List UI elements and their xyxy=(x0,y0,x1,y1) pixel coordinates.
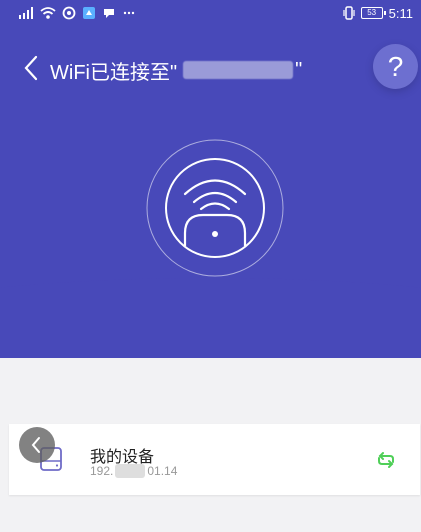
vibrate-icon xyxy=(343,6,355,20)
app-icon xyxy=(83,7,95,19)
screen: { "status_bar": { "time": "5:11", "batte… xyxy=(0,0,421,532)
redacted-ip-part xyxy=(115,464,146,478)
header-curve xyxy=(0,278,421,358)
device-card[interactable] xyxy=(9,424,420,495)
device-ip-suffix: 01.14 xyxy=(147,464,178,478)
message-icon xyxy=(104,9,114,18)
signal-icon xyxy=(19,7,33,19)
status-left-icons xyxy=(18,5,136,21)
help-button[interactable]: ? xyxy=(373,44,418,89)
redacted-ssid xyxy=(183,61,294,79)
page-title-suffix: " xyxy=(295,58,303,81)
title-bar: WiFi已连接至" " ? xyxy=(0,28,421,106)
connection-link-icon[interactable] xyxy=(374,448,398,472)
wifi-icon xyxy=(40,7,56,19)
back-chevron-icon[interactable] xyxy=(22,55,40,81)
back-chevron-small-icon xyxy=(31,437,40,453)
page-title-prefix: WiFi已连接至" xyxy=(50,61,178,84)
floating-back-button[interactable] xyxy=(19,427,55,463)
status-bar: 53 5:11 xyxy=(0,0,421,28)
status-time: 5:11 xyxy=(388,5,413,21)
page-title: WiFi已连接至" " xyxy=(50,58,303,84)
vpn-icon xyxy=(62,6,76,20)
device-ip-prefix: 192. xyxy=(90,464,114,478)
device-ip: 192. 01.14 xyxy=(90,464,177,478)
wifi-router-illustration xyxy=(146,139,284,277)
more-icon xyxy=(123,11,135,15)
battery-icon: 53 xyxy=(360,7,386,19)
status-right: 53 5:11 xyxy=(343,5,413,21)
